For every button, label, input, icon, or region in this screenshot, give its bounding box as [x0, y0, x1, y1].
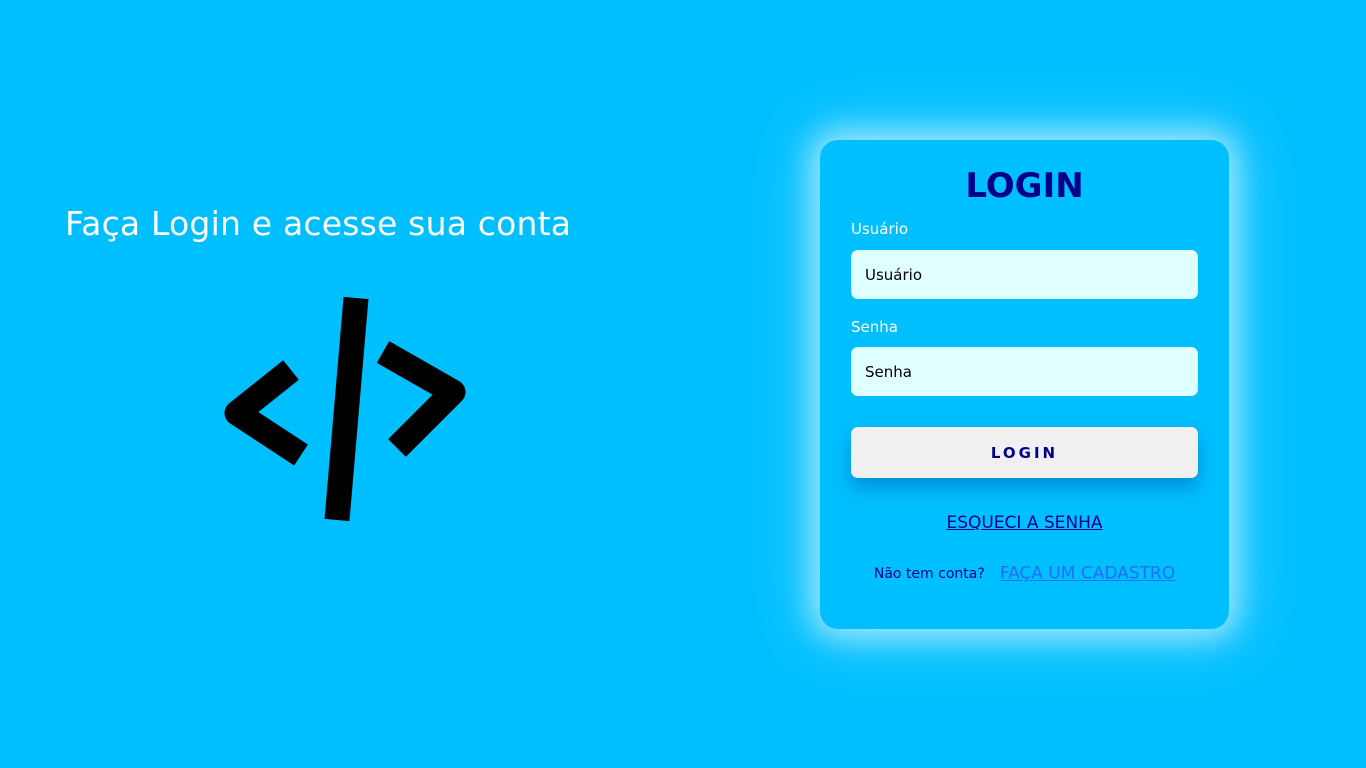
forgot-password-link[interactable]: ESQUECI A SENHA — [820, 513, 1229, 533]
login-title: LOGIN — [965, 166, 1084, 206]
no-account-text: Não tem conta? — [873, 565, 985, 582]
username-label: Usuário — [851, 220, 909, 238]
code-brackets-icon — [224, 296, 466, 522]
login-card: LOGIN Usuário Senha LOGIN ESQUECI A SENH… — [820, 140, 1229, 629]
password-input[interactable] — [851, 347, 1198, 396]
password-label: Senha — [851, 318, 898, 336]
signup-link[interactable]: FAÇA UM CADASTRO — [1000, 564, 1175, 584]
login-button[interactable]: LOGIN — [851, 427, 1198, 478]
signup-row: Não tem conta? FAÇA UM CADASTRO — [820, 563, 1229, 584]
username-input[interactable] — [851, 250, 1198, 299]
page-heading: Faça Login e acesse sua conta — [65, 204, 572, 243]
